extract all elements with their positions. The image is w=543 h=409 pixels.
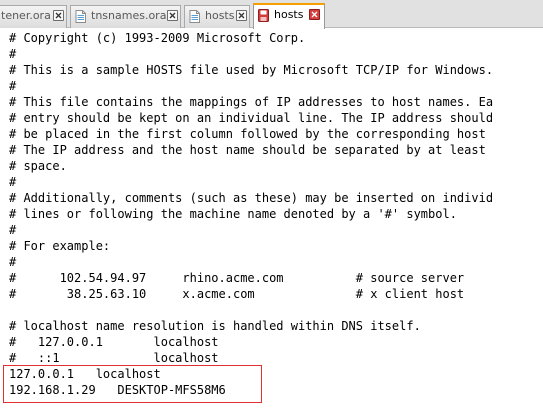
file-icon xyxy=(189,10,200,23)
close-icon[interactable] xyxy=(236,10,247,21)
text-editor[interactable]: # Copyright (c) 1993-2009 Microsoft Corp… xyxy=(0,28,543,409)
code-line: # ::1 localhost xyxy=(9,351,219,365)
code-line: # space. xyxy=(9,159,67,173)
code-line: # For example: xyxy=(9,239,111,253)
code-line: 192.168.1.29 DESKTOP-MFS58M6 xyxy=(9,383,226,397)
tab-bar: tener.ora tnsnames.ora hosts hosts xyxy=(0,0,543,29)
code-line: # This is a sample HOSTS file used by Mi… xyxy=(9,63,494,77)
code-line: # entry should be kept on an individual … xyxy=(9,111,494,125)
code-line: # xyxy=(9,47,17,61)
code-line: # xyxy=(9,175,17,189)
code-line: # xyxy=(9,223,17,237)
tab-tnsnames-ora[interactable]: tnsnames.ora xyxy=(70,5,181,28)
tab-label: hosts xyxy=(274,8,304,21)
close-icon[interactable] xyxy=(53,10,64,21)
save-file-icon xyxy=(258,9,269,22)
code-line: # xyxy=(9,79,17,93)
tab-label: tnsnames.ora xyxy=(91,9,167,22)
tab-label: tener.ora xyxy=(1,9,51,22)
code-line: # Additionally, comments (such as these)… xyxy=(9,191,494,205)
code-lines: # Copyright (c) 1993-2009 Microsoft Corp… xyxy=(9,30,493,398)
code-line: # 127.0.0.1 localhost xyxy=(9,335,219,349)
code-line: # localhost name resolution is handled w… xyxy=(9,319,421,333)
close-icon[interactable] xyxy=(167,10,178,21)
code-line: # Copyright (c) 1993-2009 Microsoft Corp… xyxy=(9,31,306,45)
code-line: # lines or following the machine name de… xyxy=(9,207,457,221)
tab-hosts-active[interactable]: hosts xyxy=(253,3,325,29)
code-line: # The IP address and the host name shoul… xyxy=(9,143,486,157)
code-line: # This file contains the mappings of IP … xyxy=(9,95,494,109)
code-line: # 102.54.94.97 rhino.acme.com # source s… xyxy=(9,271,465,285)
code-line: 127.0.0.1 localhost xyxy=(9,367,161,381)
code-line: # 38.25.63.10 x.acme.com # x client host xyxy=(9,287,465,301)
tab-hosts[interactable]: hosts xyxy=(184,5,250,28)
tab-listener-ora[interactable]: tener.ora xyxy=(0,5,67,28)
code-line: # xyxy=(9,255,17,269)
code-line: # be placed in the first column followed… xyxy=(9,127,486,141)
close-icon[interactable] xyxy=(309,9,320,20)
file-icon xyxy=(75,10,86,23)
tab-label: hosts xyxy=(205,9,235,22)
